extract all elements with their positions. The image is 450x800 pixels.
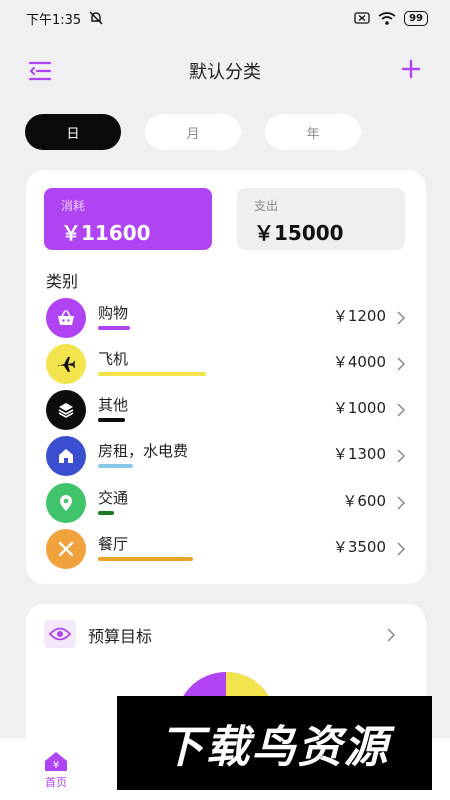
svg-text:¥: ¥ <box>53 760 59 771</box>
category-name: 房租，水电费 <box>98 442 189 460</box>
category-card: 消耗 ￥11600 支出 ￥15000 类别 购物 ￥1200 飞机 ￥4000… <box>26 170 426 584</box>
spend-label: 支出 <box>254 199 279 213</box>
category-bar <box>98 326 130 330</box>
mute-icon <box>89 11 103 25</box>
consume-summary[interactable]: 消耗 ￥11600 <box>44 188 212 250</box>
category-row-shopping[interactable]: 购物 ￥1200 <box>46 298 406 338</box>
yen-house-icon: ¥ <box>45 752 67 771</box>
airplane-icon <box>46 344 86 384</box>
category-bar <box>98 511 114 515</box>
category-bar <box>98 372 206 376</box>
tab-day[interactable]: 日 <box>25 114 121 150</box>
chevron-right-icon <box>387 628 396 642</box>
status-right: 99 <box>354 10 428 26</box>
tab-home-label: 首页 <box>45 776 67 789</box>
category-row-transport[interactable]: 交通 ￥600 <box>46 483 406 523</box>
spend-summary[interactable]: 支出 ￥15000 <box>237 188 405 250</box>
sim-icon <box>354 12 370 24</box>
category-row-airplane[interactable]: 飞机 ￥4000 <box>46 344 406 384</box>
budget-title: 预算目标 <box>88 627 153 646</box>
category-bar <box>98 464 133 468</box>
category-bar <box>98 418 125 422</box>
category-amount: ￥1200 <box>332 307 386 325</box>
chevron-right-icon <box>397 496 406 510</box>
house-icon <box>46 436 86 476</box>
category-amount: ￥1000 <box>332 399 386 417</box>
category-row-rent[interactable]: 房租，水电费 ￥1300 <box>46 436 406 476</box>
tab-year[interactable]: 年 <box>265 114 361 150</box>
chevron-right-icon <box>397 403 406 417</box>
status-bar: 下午1:35 99 <box>0 0 450 36</box>
category-row-other[interactable]: 其他 ￥1000 <box>46 390 406 430</box>
chevron-right-icon <box>397 542 406 556</box>
watermark: 下载鸟资源 <box>117 696 432 790</box>
category-amount: ￥3500 <box>332 538 386 556</box>
category-row-restaurant[interactable]: 餐厅 ￥3500 <box>46 529 406 569</box>
add-icon[interactable] <box>400 58 422 80</box>
battery-indicator: 99 <box>404 10 428 26</box>
tab-home[interactable]: ¥ 首页 <box>34 750 78 794</box>
page-title: 默认分类 <box>189 62 261 83</box>
categories-heading: 类别 <box>46 272 79 291</box>
status-time: 下午1:35 <box>26 12 82 28</box>
category-name: 飞机 <box>98 350 129 368</box>
category-amount: ￥600 <box>342 492 386 510</box>
location-pin-icon <box>46 483 86 523</box>
category-name: 餐厅 <box>98 535 129 553</box>
category-name: 购物 <box>98 304 129 322</box>
category-bar <box>98 557 193 561</box>
utensils-icon <box>46 529 86 569</box>
category-name: 其他 <box>98 396 129 414</box>
header: 默认分类 <box>0 48 450 94</box>
wifi-icon <box>378 11 396 25</box>
tab-month[interactable]: 月 <box>145 114 241 150</box>
shopping-basket-icon <box>46 298 86 338</box>
status-left: 下午1:35 <box>26 9 103 28</box>
category-amount: ￥4000 <box>332 353 386 371</box>
consume-label: 消耗 <box>61 199 86 213</box>
eye-icon <box>44 620 76 648</box>
watermark-text: 下载鸟资源 <box>159 722 390 773</box>
chevron-right-icon <box>397 311 406 325</box>
layers-icon <box>46 390 86 430</box>
menu-icon[interactable] <box>28 60 52 82</box>
consume-amount: ￥11600 <box>61 221 151 245</box>
chevron-right-icon <box>397 449 406 463</box>
category-amount: ￥1300 <box>332 445 386 463</box>
spend-amount: ￥15000 <box>254 221 344 245</box>
chevron-right-icon <box>397 357 406 371</box>
category-name: 交通 <box>98 489 129 507</box>
